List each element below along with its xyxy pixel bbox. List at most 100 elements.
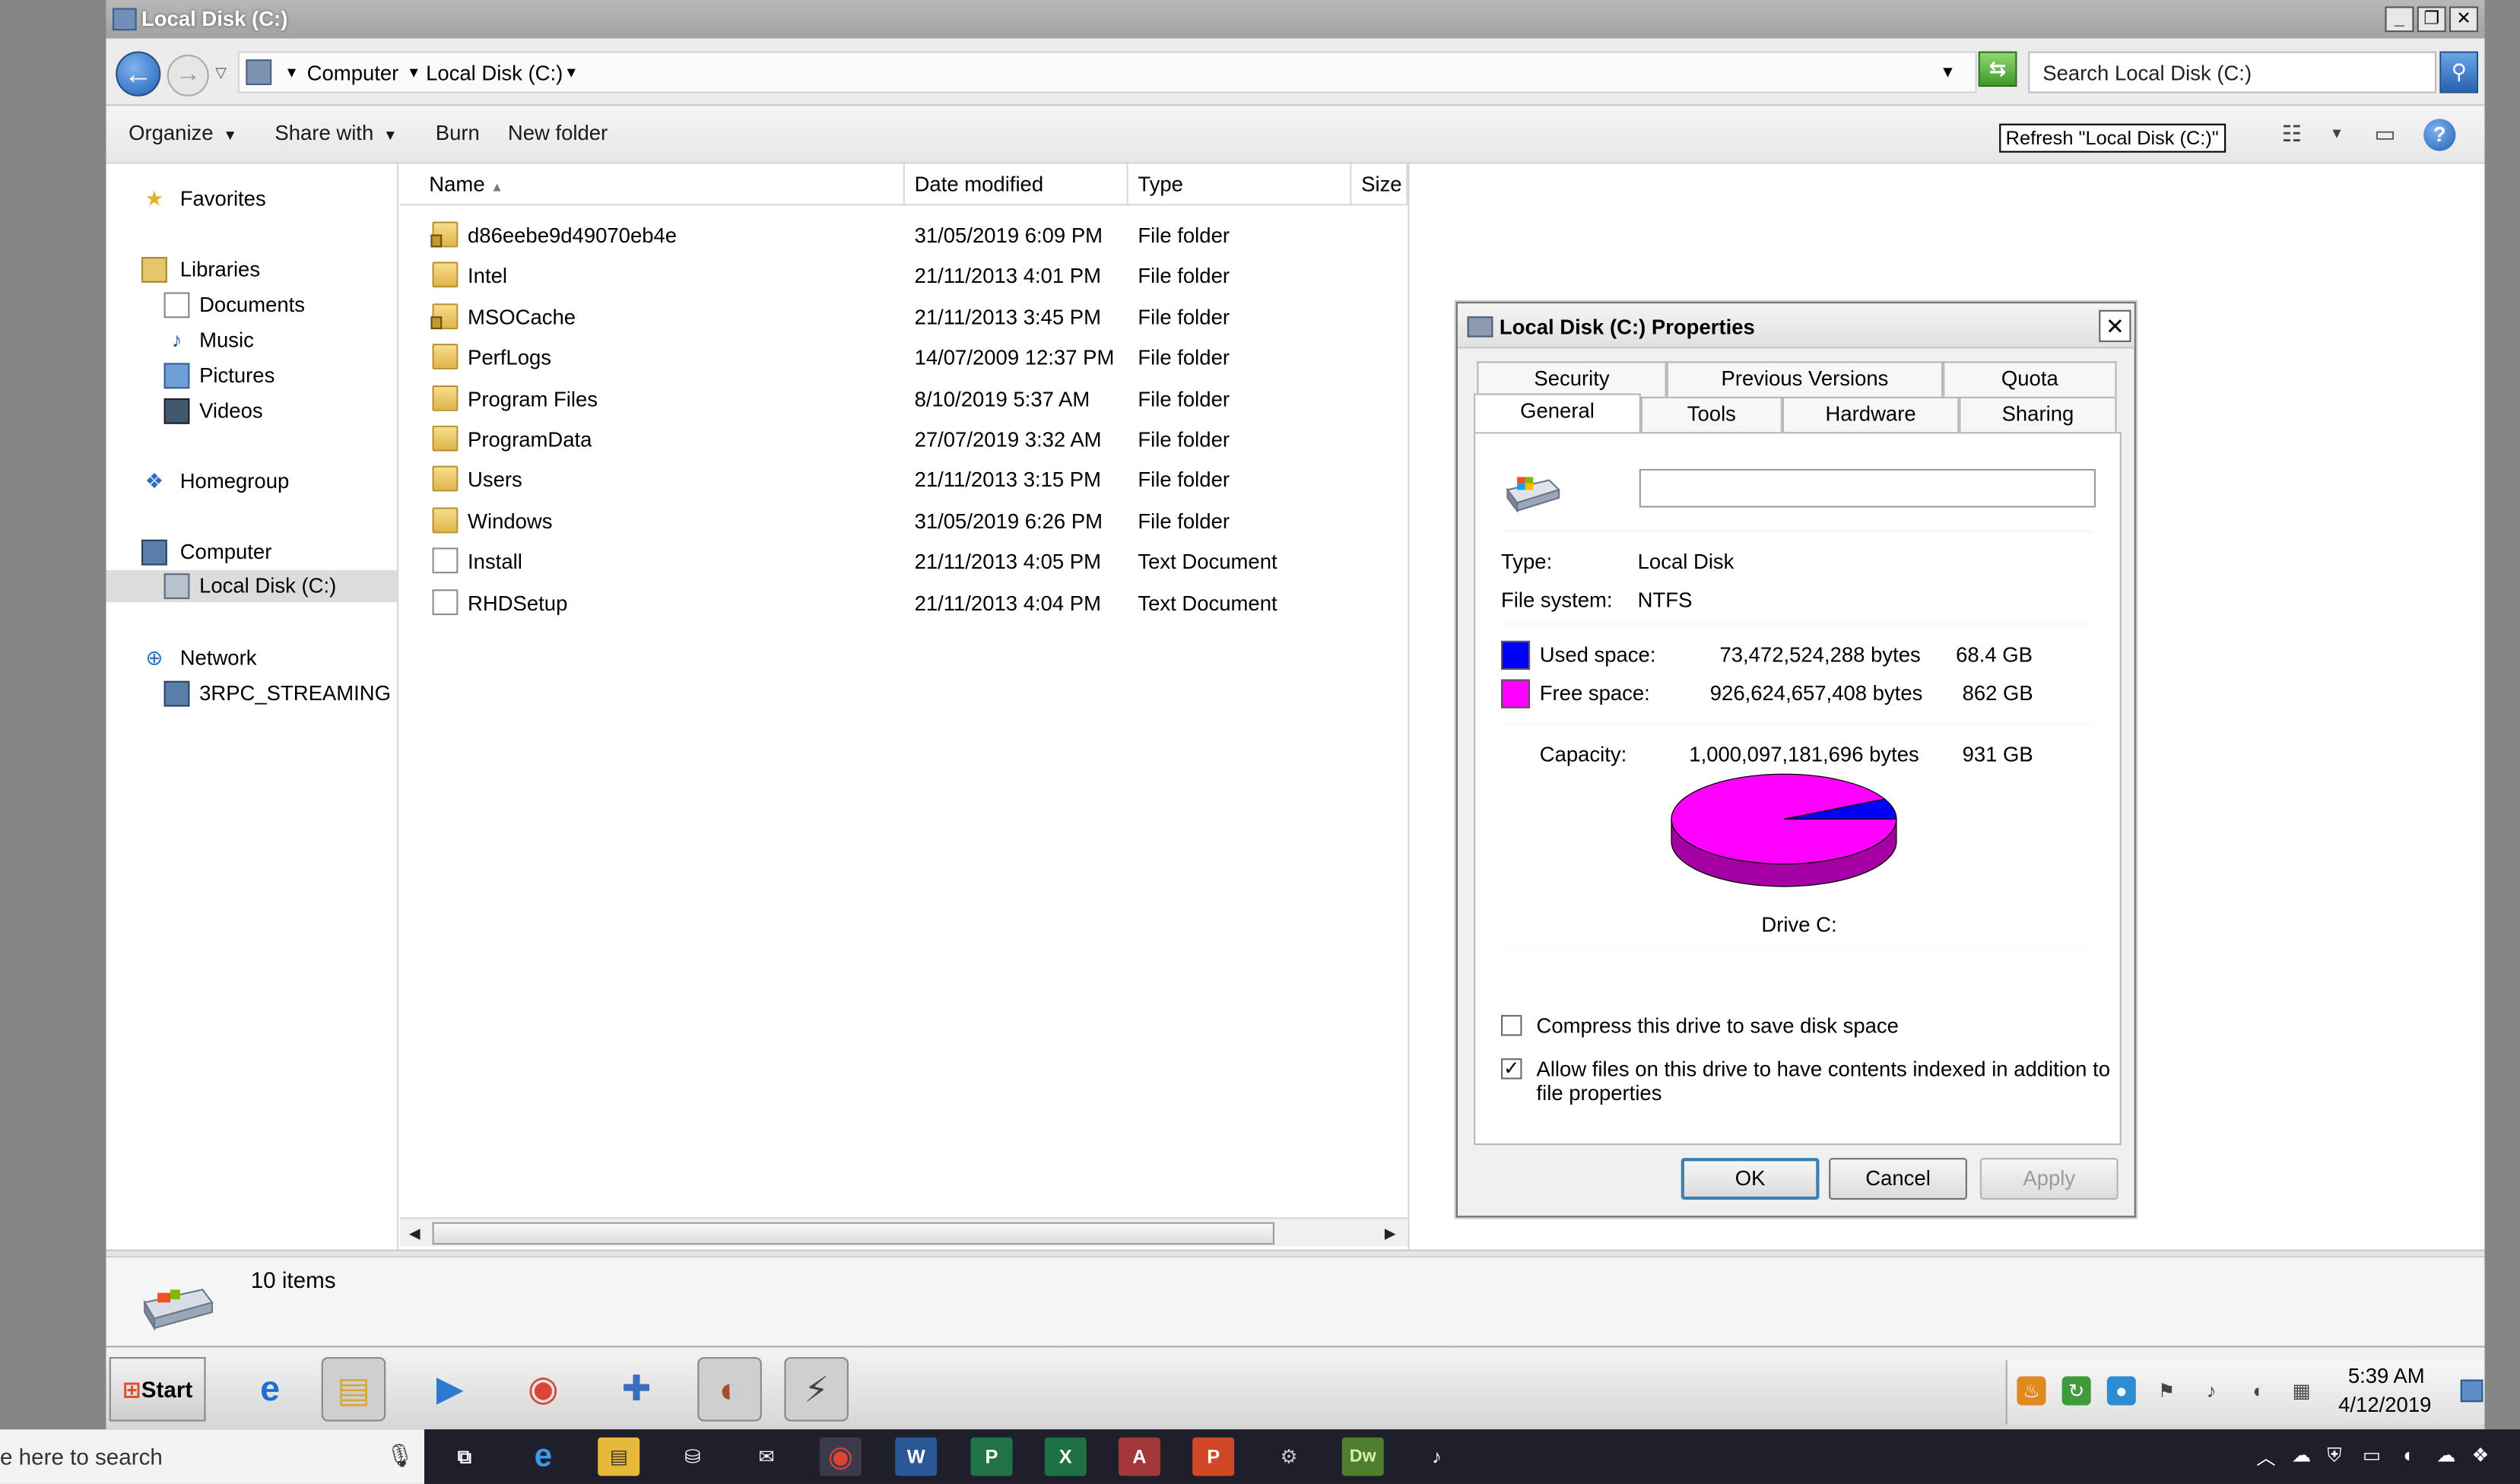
file-row[interactable]: PerfLogs 14/07/2009 12:37 PM File folder — [400, 339, 1396, 379]
chevron-down-icon[interactable]: ▼ — [2321, 119, 2353, 147]
search-box[interactable]: e here to search 🎙 — [0, 1429, 424, 1484]
file-row[interactable]: MSOCache 21/11/2013 3:45 PM File folder — [400, 298, 1396, 338]
ok-button[interactable]: OK — [1681, 1158, 1820, 1200]
tab-tools[interactable]: Tools — [1640, 396, 1782, 433]
index-checkbox[interactable]: ✓ — [1501, 1058, 1522, 1080]
restore-button[interactable]: ❐ — [2417, 6, 2446, 33]
tab-security[interactable]: Security — [1477, 361, 1667, 397]
excel-icon[interactable]: X — [1044, 1437, 1087, 1476]
chrome-icon[interactable]: ◉ — [819, 1437, 862, 1476]
tab-hardware[interactable]: Hardware — [1782, 396, 1960, 433]
clock-date[interactable]: 4/12/2019 — [2338, 1393, 2431, 1417]
file-explorer-icon[interactable]: ▤ — [321, 1357, 386, 1422]
volume-label-input[interactable] — [1639, 468, 2096, 508]
app-icon[interactable]: ✚ — [605, 1357, 669, 1422]
file-row[interactable]: RHDSetup 21/11/2013 4:04 PM Text Document — [400, 584, 1396, 624]
file-row[interactable]: ProgramData 27/07/2019 3:32 AM File folder — [400, 420, 1396, 461]
volume-icon[interactable]: ♪ — [2197, 1376, 2226, 1405]
remote-tool-icon[interactable]: ◐ — [697, 1357, 762, 1422]
address-history-dropdown[interactable]: ▼ — [1940, 65, 1956, 82]
remote-desktop-icon[interactable]: ⚙ — [1268, 1438, 1310, 1476]
task-view-icon[interactable]: ⧉ — [443, 1438, 485, 1476]
speaker-icon[interactable]: ◖ — [2401, 1444, 2413, 1467]
file-explorer-icon[interactable]: ▤ — [598, 1437, 640, 1476]
scroll-left-icon[interactable]: ◀ — [401, 1221, 427, 1247]
powerpoint-icon[interactable]: P — [1192, 1437, 1235, 1476]
tray-app-icon[interactable]: ♨ — [2017, 1376, 2046, 1406]
preview-pane-icon[interactable]: ▭ — [2369, 119, 2401, 147]
tab-general[interactable]: General — [1474, 393, 1641, 433]
recent-pages-dropdown[interactable]: ▽ — [215, 65, 227, 82]
nav-videos[interactable]: Videos — [106, 395, 397, 427]
search-icon[interactable]: ⚲ — [2439, 51, 2479, 94]
view-options-icon[interactable]: ☷ — [2276, 119, 2308, 147]
breadcrumb[interactable]: ▼ Computer ▼ Local Disk (C:) ▼ ▼ — [237, 51, 1977, 94]
organize-button[interactable]: Organize ▼ — [129, 120, 237, 144]
search-input[interactable]: Search Local Disk (C:) — [2028, 51, 2437, 94]
nav-music[interactable]: ♪ Music — [106, 325, 397, 357]
flag-icon[interactable]: ⚑ — [2152, 1376, 2181, 1405]
speaker-icon[interactable]: ◖ — [2242, 1376, 2271, 1405]
breadcrumb-local-disk[interactable]: Local Disk (C:) — [426, 61, 563, 85]
file-row[interactable]: Program Files 8/10/2019 5:37 AM File folde… — [400, 380, 1396, 420]
nav-pictures[interactable]: Pictures — [106, 360, 397, 392]
shield-icon[interactable]: ⛨ — [2327, 1444, 2341, 1468]
onedrive-icon[interactable]: ☁ — [2436, 1444, 2455, 1467]
nav-computer[interactable]: Computer — [106, 537, 397, 569]
compress-label[interactable]: Compress this drive to save disk space — [1537, 1013, 1899, 1038]
nav-documents[interactable]: Documents — [106, 289, 397, 321]
new-folder-button[interactable]: New folder — [508, 120, 608, 144]
chrome-icon[interactable]: ◉ — [511, 1357, 576, 1422]
tray-sync-icon[interactable]: ↻ — [2061, 1376, 2091, 1406]
chevron-down-icon[interactable]: ▼ — [284, 65, 299, 81]
cloud-icon[interactable]: ☁ — [2292, 1444, 2311, 1467]
edge-icon[interactable]: e — [522, 1438, 564, 1476]
breadcrumb-computer[interactable]: Computer — [307, 61, 399, 85]
clock-time[interactable]: 5:39 AM — [2348, 1364, 2425, 1388]
tab-quota[interactable]: Quota — [1943, 361, 2117, 397]
dropbox-icon[interactable]: ❖ — [2472, 1444, 2490, 1467]
close-button[interactable]: ✕ — [2449, 6, 2479, 33]
utility-icon[interactable]: ⚡ — [784, 1357, 849, 1422]
internet-explorer-icon[interactable]: e — [238, 1357, 303, 1422]
microphone-icon[interactable]: 🎙 — [386, 1442, 414, 1471]
window-titlebar[interactable]: Local Disk (C:) _ ❐ ✕ — [106, 0, 2485, 39]
tray-chat-icon[interactable]: ● — [2106, 1376, 2136, 1406]
media-player-icon[interactable]: ▶ — [418, 1357, 483, 1422]
file-row[interactable]: Windows 31/05/2019 6:26 PM File folder — [400, 503, 1396, 543]
scrollbar-thumb[interactable] — [432, 1222, 1275, 1245]
burn-button[interactable]: Burn — [436, 120, 480, 144]
horizontal-scrollbar[interactable]: ◀ ▶ — [400, 1217, 1408, 1247]
store-icon[interactable]: ⛁ — [671, 1438, 713, 1476]
column-name[interactable]: Name ▲ — [420, 163, 905, 206]
help-icon[interactable]: ? — [2423, 119, 2456, 151]
compress-checkbox[interactable] — [1501, 1015, 1522, 1036]
file-row[interactable]: Install 21/11/2013 4:05 PM Text Document — [400, 543, 1396, 583]
close-button[interactable]: ✕ — [2099, 309, 2131, 342]
access-icon[interactable]: A — [1118, 1437, 1160, 1476]
dreamweaver-icon[interactable]: Dw — [1341, 1437, 1384, 1476]
nav-favorites[interactable]: ★ Favorites — [106, 183, 397, 215]
cancel-button[interactable]: Cancel — [1829, 1158, 1967, 1200]
nav-homegroup[interactable]: ❖ Homegroup — [106, 466, 397, 498]
file-row[interactable]: Users 21/11/2013 3:15 PM File folder — [400, 461, 1396, 502]
forward-button[interactable]: → — [167, 54, 209, 97]
network-icon[interactable]: ▭ — [2363, 1444, 2381, 1467]
mail-icon[interactable]: ✉ — [746, 1438, 788, 1476]
dialog-titlebar[interactable]: Local Disk (C:) Properties ✕ — [1457, 303, 2134, 349]
minimize-button[interactable]: _ — [2385, 6, 2414, 33]
volume-icon[interactable]: ♪ — [1416, 1438, 1458, 1476]
nav-libraries[interactable]: Libraries — [106, 254, 397, 286]
chevron-down-icon[interactable]: ▼ — [407, 65, 421, 81]
project-icon[interactable]: P — [970, 1437, 1013, 1476]
tab-sharing[interactable]: Sharing — [1959, 396, 2117, 433]
tab-previous-versions[interactable]: Previous Versions — [1666, 361, 1944, 397]
network-icon[interactable]: ▦ — [2287, 1376, 2316, 1405]
nav-local-disk[interactable]: Local Disk (C:) — [106, 569, 398, 603]
refresh-button[interactable]: ⇆ — [1978, 51, 2017, 87]
column-size[interactable]: Size — [1351, 163, 1408, 206]
nav-network-host[interactable]: 3RPC_STREAMING — [106, 677, 397, 709]
chevron-up-icon[interactable]: ︿ — [2256, 1444, 2275, 1471]
show-desktop-button[interactable] — [2460, 1379, 2484, 1403]
start-button[interactable]: ⊞Start — [109, 1357, 206, 1422]
